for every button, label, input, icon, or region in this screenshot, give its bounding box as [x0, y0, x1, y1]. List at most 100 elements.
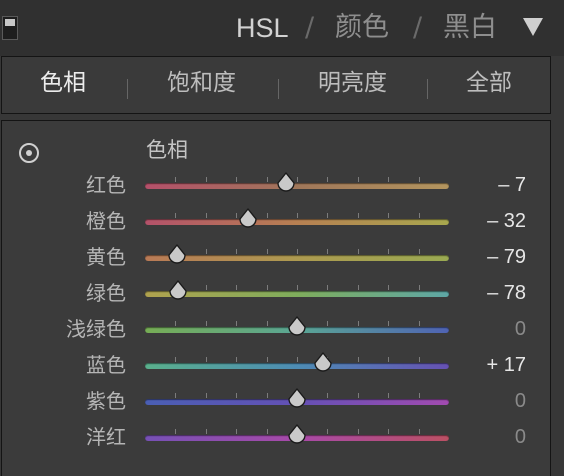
slider-tick — [388, 321, 389, 326]
slider-value[interactable]: – 7 — [444, 172, 526, 198]
slider-tick — [206, 393, 207, 398]
slider-tick — [388, 249, 389, 254]
slider-tick — [267, 321, 268, 326]
slider-thumb[interactable] — [286, 316, 308, 338]
slider-tick — [236, 285, 237, 290]
slider-tick — [236, 177, 237, 182]
slider-track[interactable] — [145, 363, 449, 369]
slider-track[interactable] — [145, 219, 449, 225]
slider-tick — [206, 429, 207, 434]
slider-tick — [358, 357, 359, 362]
slider-value[interactable]: 0 — [444, 424, 526, 450]
slider-tick — [267, 393, 268, 398]
slider-tick — [267, 285, 268, 290]
slider-tick — [206, 249, 207, 254]
tab-hue[interactable]: 色相 — [40, 68, 86, 98]
triangle-down-icon[interactable] — [523, 18, 543, 36]
slider-tick — [175, 429, 176, 434]
tab-luminance[interactable]: 明亮度 — [318, 68, 387, 98]
slider-track[interactable] — [145, 255, 449, 261]
slider-tick — [236, 357, 237, 362]
slider-tick — [358, 213, 359, 218]
slider-value[interactable]: 0 — [444, 388, 526, 414]
slider-tick — [419, 393, 420, 398]
slider-tick — [419, 357, 420, 362]
header-bw-tab[interactable]: 黑白 — [443, 10, 497, 46]
slider-tick — [388, 285, 389, 290]
slider-value[interactable]: – 32 — [444, 208, 526, 234]
slider-tick — [419, 249, 420, 254]
slider-label: 橙色 — [86, 209, 126, 233]
slider-tick — [206, 177, 207, 182]
slider-tick — [267, 429, 268, 434]
slider-label: 蓝色 — [86, 353, 126, 377]
target-adjustment-icon[interactable] — [19, 143, 39, 163]
slider-label: 浅绿色 — [66, 317, 126, 341]
slider-value[interactable]: – 78 — [444, 280, 526, 306]
header-hsl-tab[interactable]: HSL — [236, 10, 289, 46]
slider-tick — [388, 177, 389, 182]
slider-tick — [236, 321, 237, 326]
slider-tick — [175, 393, 176, 398]
slider-tick — [388, 213, 389, 218]
slider-tick — [419, 177, 420, 182]
slider-thumb[interactable] — [166, 244, 188, 266]
slider-thumb[interactable] — [286, 388, 308, 410]
slider-tick — [267, 177, 268, 182]
slider-thumb[interactable] — [312, 352, 334, 374]
adjustment-tabs: 色相 饱和度 明亮度 全部 — [1, 56, 551, 114]
tab-all[interactable]: 全部 — [466, 68, 512, 98]
panel-header[interactable]: HSL / 颜色 / 黑白 — [0, 0, 564, 56]
slider-thumb[interactable] — [275, 172, 297, 194]
slider-label: 紫色 — [86, 389, 126, 413]
slider-label: 黄色 — [86, 245, 126, 269]
slider-tick — [206, 321, 207, 326]
slider-tick — [358, 249, 359, 254]
slider-tick — [358, 321, 359, 326]
slider-tick — [388, 393, 389, 398]
slider-label: 红色 — [86, 173, 126, 197]
slider-tick — [236, 429, 237, 434]
slider-tick — [175, 213, 176, 218]
slider-value[interactable]: – 79 — [444, 244, 526, 270]
slider-tick — [297, 213, 298, 218]
tab-saturation[interactable]: 饱和度 — [167, 68, 236, 98]
slider-value[interactable]: 0 — [444, 316, 526, 342]
slider-thumb[interactable] — [286, 424, 308, 446]
slider-value[interactable]: + 17 — [444, 352, 526, 378]
slider-tick — [327, 249, 328, 254]
tab-divider — [427, 79, 428, 99]
slider-tick — [327, 429, 328, 434]
header-color-tab[interactable]: 颜色 — [335, 10, 389, 46]
slider-tick — [327, 393, 328, 398]
slider-tick — [175, 177, 176, 182]
slider-tick — [206, 357, 207, 362]
slider-tick — [267, 357, 268, 362]
slider-thumb[interactable] — [167, 280, 189, 302]
slider-label: 绿色 — [86, 281, 126, 305]
slider-tick — [327, 285, 328, 290]
panel-collapse-icon[interactable] — [2, 16, 18, 40]
slider-tick — [419, 285, 420, 290]
slider-tick — [388, 357, 389, 362]
slider-tick — [297, 357, 298, 362]
section-title: 色相 — [146, 138, 188, 162]
slider-thumb[interactable] — [237, 208, 259, 230]
slider-tick — [297, 249, 298, 254]
slider-tick — [327, 177, 328, 182]
slider-track[interactable] — [145, 291, 449, 297]
slider-tick — [419, 429, 420, 434]
tab-divider — [127, 79, 128, 99]
slider-label: 洋红 — [86, 425, 126, 449]
slider-tick — [358, 285, 359, 290]
tab-divider — [278, 79, 279, 99]
slider-tick — [297, 285, 298, 290]
slider-tick — [358, 393, 359, 398]
slider-tick — [236, 249, 237, 254]
slider-tick — [236, 393, 237, 398]
slider-tick — [175, 357, 176, 362]
slider-tick — [358, 429, 359, 434]
slider-tick — [206, 285, 207, 290]
slider-tick — [419, 213, 420, 218]
header-separator: / — [413, 12, 423, 43]
